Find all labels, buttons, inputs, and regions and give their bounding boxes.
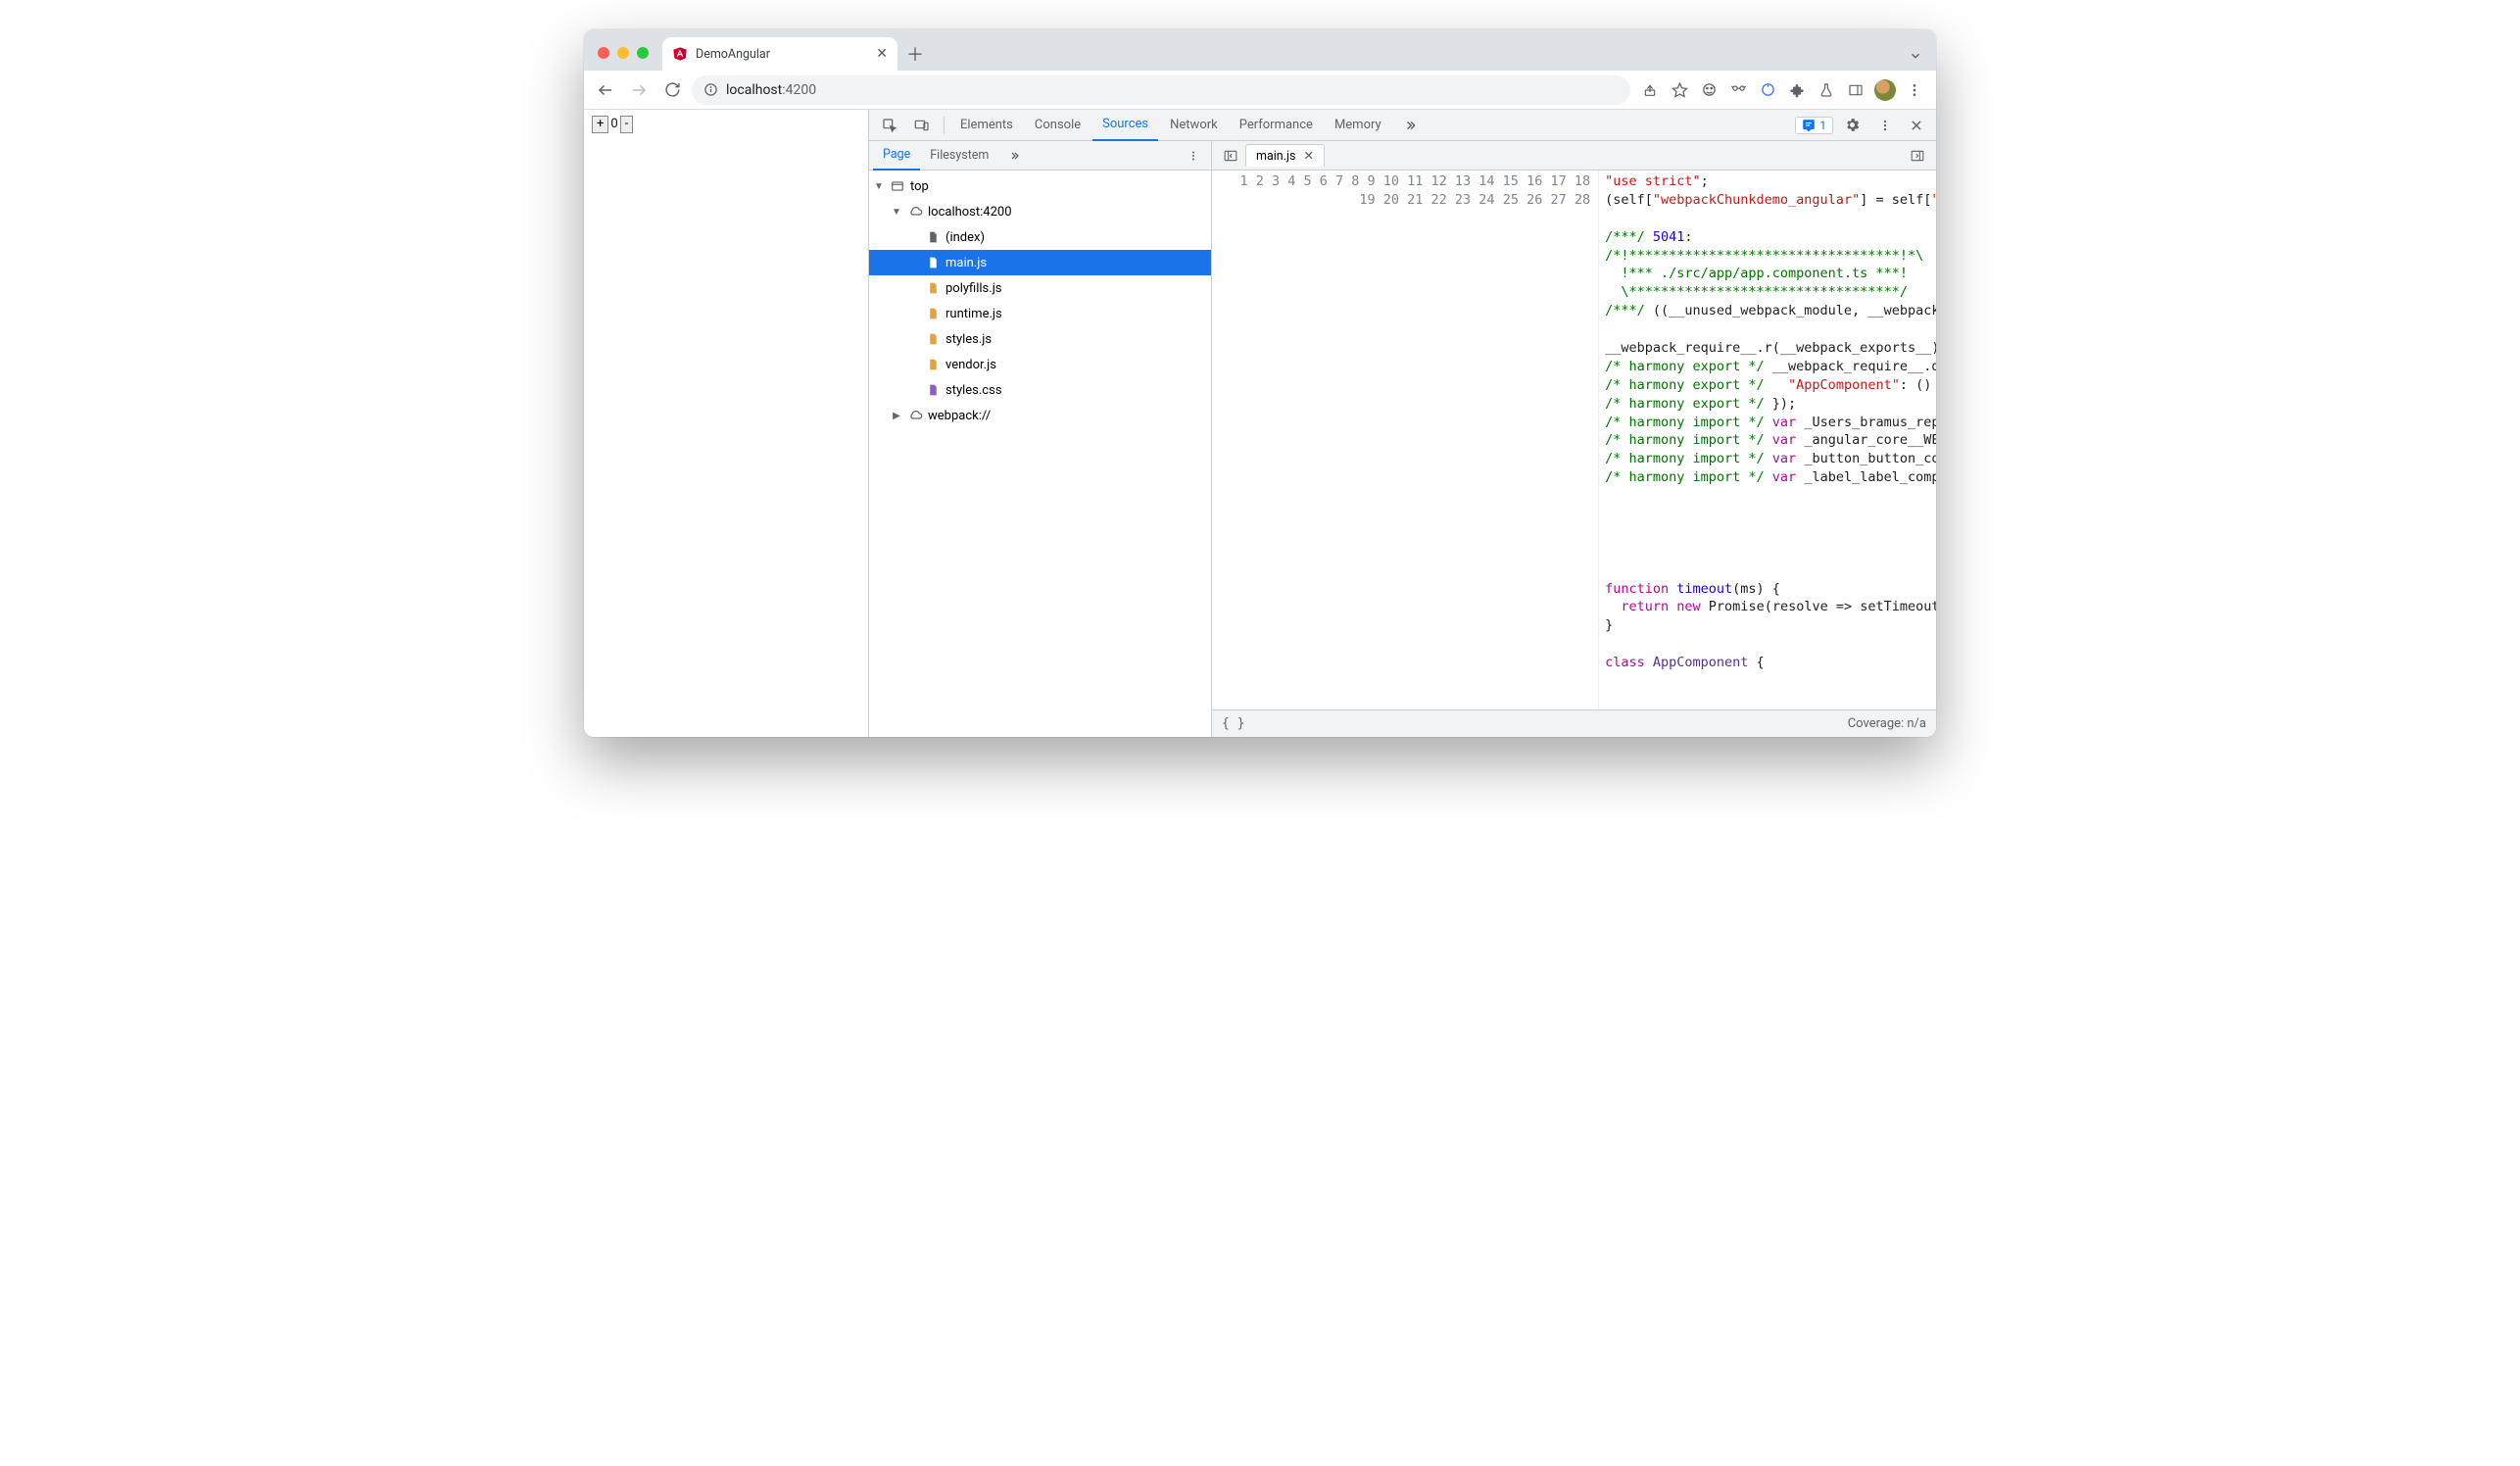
close-file-icon[interactable]: ✕ [1303, 148, 1313, 164]
issues-button[interactable]: 1 [1795, 117, 1833, 134]
viewport: + 0 - Elements Console Sources Network P… [584, 110, 1936, 737]
browser-window: DemoAngular ✕ ＋ localhost:4200 [584, 29, 1936, 737]
window-controls [592, 47, 658, 71]
nav-tabs-more-icon[interactable] [998, 141, 1030, 171]
increment-button[interactable]: + [592, 116, 608, 133]
show-debugger-icon[interactable] [1903, 149, 1932, 163]
counter-value: 0 [608, 117, 619, 131]
angular-favicon [672, 46, 688, 62]
labs-flask-icon[interactable] [1813, 76, 1840, 104]
line-gutter: 1 2 3 4 5 6 7 8 9 10 11 12 13 14 15 16 1… [1212, 171, 1599, 709]
tab-strip: DemoAngular ✕ ＋ [584, 29, 1936, 71]
editor-tab-label: main.js [1256, 149, 1295, 164]
new-tab-button[interactable]: ＋ [901, 40, 929, 68]
share-icon[interactable] [1636, 76, 1664, 104]
tab-console[interactable]: Console [1025, 110, 1090, 141]
close-devtools-icon[interactable] [1903, 112, 1930, 139]
tab-title: DemoAngular [696, 47, 770, 62]
extension-icon-2[interactable] [1724, 76, 1752, 104]
editor-tabstrip: main.js ✕ [1212, 141, 1936, 171]
issues-count: 1 [1819, 119, 1826, 132]
browser-menu-icon[interactable] [1901, 76, 1928, 104]
tree-node-vendor-js[interactable]: vendor.js [869, 352, 1211, 377]
inspect-element-icon[interactable] [875, 112, 904, 139]
tree-node-webpack-[interactable]: ▶webpack:// [869, 403, 1211, 428]
settings-gear-icon[interactable] [1837, 112, 1867, 139]
page-content: + 0 - [584, 110, 868, 737]
source-text: "use strict"; (self["webpackChunkdemo_an… [1599, 171, 1936, 709]
forward-button[interactable] [625, 76, 653, 104]
extension-icon-1[interactable] [1695, 76, 1722, 104]
navigator-tabs: Page Filesystem [869, 141, 1211, 171]
tree-node--index-[interactable]: (index) [869, 224, 1211, 250]
extensions-puzzle-icon[interactable] [1783, 76, 1811, 104]
editor-status-bar: { } Coverage: n/a [1212, 709, 1936, 737]
tabs-overflow-button[interactable] [1909, 49, 1928, 71]
device-toolbar-icon[interactable] [906, 112, 938, 139]
tab-elements[interactable]: Elements [950, 110, 1023, 141]
reload-button[interactable] [658, 76, 686, 104]
tree-node-localhost-4200[interactable]: ▼localhost:4200 [869, 199, 1211, 224]
nav-tab-filesystem[interactable]: Filesystem [920, 141, 998, 171]
minimize-window-button[interactable] [617, 47, 629, 59]
extension-icon-3[interactable] [1754, 76, 1781, 104]
tree-node-runtime-js[interactable]: runtime.js [869, 301, 1211, 326]
back-button[interactable] [592, 76, 619, 104]
browser-toolbar: localhost:4200 [584, 71, 1936, 110]
close-tab-icon[interactable]: ✕ [876, 46, 888, 62]
tree-node-polyfills-js[interactable]: polyfills.js [869, 275, 1211, 301]
tabs-overflow-icon[interactable] [1393, 110, 1427, 141]
fullscreen-window-button[interactable] [637, 47, 649, 59]
editor-tab-mainjs[interactable]: main.js ✕ [1245, 144, 1325, 167]
tree-node-styles-js[interactable]: styles.js [869, 326, 1211, 352]
tab-sources[interactable]: Sources [1092, 110, 1158, 141]
nav-tab-page[interactable]: Page [873, 141, 920, 171]
tree-node-top[interactable]: ▼top [869, 173, 1211, 199]
side-panel-icon[interactable] [1842, 76, 1869, 104]
code-editor: main.js ✕ 1 2 3 4 5 6 7 8 9 10 11 12 13 … [1212, 141, 1936, 737]
tab-memory[interactable]: Memory [1325, 110, 1391, 141]
devtools-menu-icon[interactable] [1871, 112, 1899, 139]
code-view[interactable]: 1 2 3 4 5 6 7 8 9 10 11 12 13 14 15 16 1… [1212, 171, 1936, 709]
close-window-button[interactable] [598, 47, 609, 59]
tab-network[interactable]: Network [1160, 110, 1228, 141]
address-bar[interactable]: localhost:4200 [692, 75, 1630, 105]
decrement-button[interactable]: - [620, 116, 634, 133]
devtools-toolbar: Elements Console Sources Network Perform… [869, 110, 1936, 141]
pretty-print-icon[interactable]: { } [1222, 716, 1244, 731]
sources-navigator: Page Filesystem ▼top▼localhost:4200(inde… [869, 141, 1212, 737]
file-tree: ▼top▼localhost:4200(index)main.jspolyfil… [869, 171, 1211, 737]
url-text: localhost:4200 [726, 82, 816, 98]
tree-node-styles-css[interactable]: styles.css [869, 377, 1211, 403]
profile-avatar[interactable] [1871, 76, 1899, 104]
nav-menu-icon[interactable] [1180, 150, 1207, 162]
site-info-icon[interactable] [703, 82, 718, 97]
tab-performance[interactable]: Performance [1230, 110, 1323, 141]
browser-tab[interactable]: DemoAngular ✕ [662, 37, 897, 71]
coverage-status: Coverage: n/a [1848, 716, 1926, 731]
tree-node-main-js[interactable]: main.js [869, 250, 1211, 275]
bookmark-star-icon[interactable] [1666, 76, 1693, 104]
devtools: Elements Console Sources Network Perform… [868, 110, 1936, 737]
show-navigator-icon[interactable] [1216, 149, 1245, 163]
